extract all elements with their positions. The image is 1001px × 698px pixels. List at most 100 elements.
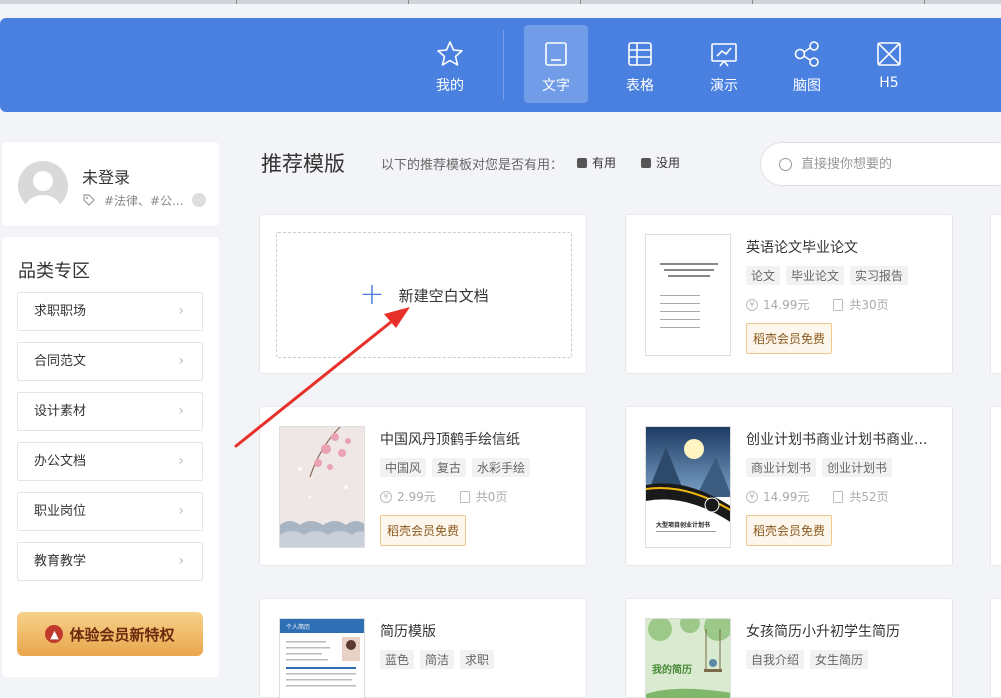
template-tag[interactable]: 蓝色 bbox=[380, 650, 415, 669]
template-card[interactable]: 英语论文毕业论文 论文 毕业论文 实习报告 ¥14.99元 共30页 稻壳会员免… bbox=[625, 214, 953, 374]
template-tag[interactable]: 商业计划书 bbox=[746, 458, 817, 477]
nav-item-presentation[interactable]: 演示 bbox=[692, 25, 756, 103]
template-tags: 论文 毕业论文 实习报告 bbox=[746, 266, 909, 285]
price-icon: ¥ bbox=[746, 298, 758, 311]
category-item-label: 教育教学 bbox=[34, 554, 87, 569]
nav-item-label: 文字 bbox=[542, 78, 570, 94]
nav-item-table[interactable]: 表格 bbox=[608, 25, 672, 103]
template-card[interactable]: 中国风丹顶鹤手绘信纸 中国风 复古 水彩手绘 ¥2.99元 共0页 稻壳会员免费 bbox=[259, 406, 587, 566]
category-item[interactable]: 办公文档 › bbox=[17, 442, 203, 481]
template-thumbnail[interactable]: 大型项目创业计划书 bbox=[645, 426, 731, 548]
category-item-label: 办公文档 bbox=[34, 454, 87, 469]
avatar[interactable] bbox=[18, 161, 68, 211]
search-icon bbox=[779, 158, 792, 171]
template-title[interactable]: 简历模版 bbox=[380, 621, 570, 641]
category-item-label: 职业岗位 bbox=[34, 504, 87, 519]
nav-item-label: 表格 bbox=[626, 78, 654, 94]
useless-label: 没用 bbox=[656, 156, 681, 170]
nav-item-h5[interactable]: H5 bbox=[857, 25, 921, 103]
thumbs-down-icon bbox=[641, 157, 651, 168]
template-card[interactable]: 个人简历 简历模版 蓝色 简洁 求职 bbox=[259, 598, 587, 698]
template-price: 2.99元 bbox=[397, 490, 436, 504]
nav-item-text[interactable]: 文字 bbox=[524, 25, 588, 103]
tag-icon bbox=[83, 194, 95, 206]
new-blank-document-button[interactable]: + 新建空白文档 bbox=[276, 232, 572, 358]
template-tag[interactable]: 毕业论文 bbox=[786, 266, 845, 285]
template-card-partial[interactable] bbox=[990, 214, 1001, 374]
template-thumbnail[interactable]: 个人简历 bbox=[279, 618, 365, 698]
window-top-strip bbox=[0, 0, 1001, 4]
template-card[interactable]: 我的简历 女孩简历小升初学生简历 自我介绍 女生简历 bbox=[625, 598, 953, 698]
template-pages: 共52页 bbox=[849, 490, 889, 504]
vip-free-badge[interactable]: 稻壳会员免费 bbox=[380, 515, 467, 546]
thumbnail-title: 大型项目创业计划书 bbox=[656, 521, 710, 529]
thumbnail-title: 我的简历 bbox=[652, 663, 692, 676]
mindmap-icon bbox=[794, 41, 819, 67]
template-tag[interactable]: 实习报告 bbox=[850, 266, 909, 285]
template-title[interactable]: 女孩简历小升初学生简历 bbox=[746, 621, 936, 641]
search-input[interactable] bbox=[801, 153, 1001, 175]
h5-icon bbox=[877, 42, 901, 66]
category-item[interactable]: 求职职场 › bbox=[17, 292, 203, 331]
category-item[interactable]: 教育教学 › bbox=[17, 542, 203, 581]
template-card-partial[interactable] bbox=[990, 406, 1001, 566]
template-tags: 蓝色 简洁 求职 bbox=[380, 650, 495, 669]
template-tag[interactable]: 中国风 bbox=[380, 458, 427, 477]
price-icon: ¥ bbox=[380, 490, 392, 503]
template-tag[interactable]: 简洁 bbox=[420, 650, 455, 669]
category-item[interactable]: 合同范文 › bbox=[17, 342, 203, 381]
category-item-label: 求职职场 bbox=[34, 304, 87, 319]
useless-button[interactable]: 没用 bbox=[641, 154, 680, 171]
chevron-right-icon: › bbox=[178, 453, 184, 469]
template-title[interactable]: 创业计划书商业计划书商业... bbox=[746, 429, 936, 449]
new-blank-document-label: 新建空白文档 bbox=[398, 286, 489, 305]
vip-free-badge[interactable]: 稻壳会员免费 bbox=[746, 323, 833, 354]
template-price: 14.99元 bbox=[763, 490, 810, 504]
table-icon bbox=[628, 42, 652, 66]
chevron-right-icon: › bbox=[178, 553, 184, 569]
template-tag[interactable]: 自我介绍 bbox=[746, 650, 805, 669]
pages-icon bbox=[833, 298, 844, 311]
category-panel-title: 品类专区 bbox=[18, 261, 90, 282]
template-thumbnail[interactable] bbox=[279, 426, 365, 548]
thumbs-up-icon bbox=[577, 157, 587, 168]
template-tag[interactable]: 水彩手绘 bbox=[472, 458, 531, 477]
template-tag[interactable]: 复古 bbox=[432, 458, 467, 477]
top-navigation-bar: 我的 文字 表格 演示 脑图 H5 bbox=[0, 18, 1001, 112]
template-thumbnail[interactable]: 我的简历 bbox=[645, 618, 731, 698]
star-icon bbox=[437, 41, 463, 66]
price-icon: ¥ bbox=[746, 490, 758, 503]
user-card[interactable]: 未登录 #法律、#公... bbox=[2, 142, 219, 226]
plus-icon: + bbox=[359, 277, 385, 312]
pages-icon bbox=[459, 490, 470, 503]
nav-item-mine[interactable]: 我的 bbox=[418, 25, 482, 103]
flame-icon: ▲ bbox=[45, 625, 64, 643]
template-tag[interactable]: 创业计划书 bbox=[822, 458, 893, 477]
template-card-partial[interactable] bbox=[990, 598, 1001, 698]
template-pages: 共30页 bbox=[849, 298, 889, 312]
template-title[interactable]: 中国风丹顶鹤手绘信纸 bbox=[380, 429, 570, 449]
nav-item-label: 演示 bbox=[710, 78, 738, 94]
page-title: 推荐模版 bbox=[261, 152, 345, 176]
template-meta: ¥2.99元 共0页 bbox=[380, 488, 507, 505]
template-title[interactable]: 英语论文毕业论文 bbox=[746, 237, 936, 257]
nav-item-mindmap[interactable]: 脑图 bbox=[775, 25, 839, 103]
template-card[interactable]: 大型项目创业计划书 创业计划书商业计划书商业... 商业计划书 创业计划书 ¥1… bbox=[625, 406, 953, 566]
template-tag[interactable]: 论文 bbox=[746, 266, 781, 285]
template-thumbnail[interactable] bbox=[645, 234, 731, 356]
vip-free-badge[interactable]: 稻壳会员免费 bbox=[746, 515, 833, 546]
category-item[interactable]: 职业岗位 › bbox=[17, 492, 203, 531]
nav-item-label: H5 bbox=[879, 75, 899, 91]
user-login-status[interactable]: 未登录 bbox=[82, 164, 130, 188]
useful-button[interactable]: 有用 bbox=[577, 154, 616, 171]
chevron-down-icon[interactable] bbox=[192, 193, 206, 207]
search-box[interactable] bbox=[760, 142, 1001, 186]
category-item[interactable]: 设计素材 › bbox=[17, 392, 203, 431]
vip-trial-button-label: 体验会员新特权 bbox=[69, 625, 175, 644]
template-tag[interactable]: 女生简历 bbox=[810, 650, 869, 669]
presentation-icon bbox=[711, 43, 737, 67]
template-tags: 中国风 复古 水彩手绘 bbox=[380, 458, 531, 477]
vip-trial-button[interactable]: ▲ 体验会员新特权 bbox=[17, 612, 203, 656]
feedback-question: 以下的推荐模板对您是否有用： bbox=[381, 158, 564, 173]
template-tag[interactable]: 求职 bbox=[460, 650, 495, 669]
